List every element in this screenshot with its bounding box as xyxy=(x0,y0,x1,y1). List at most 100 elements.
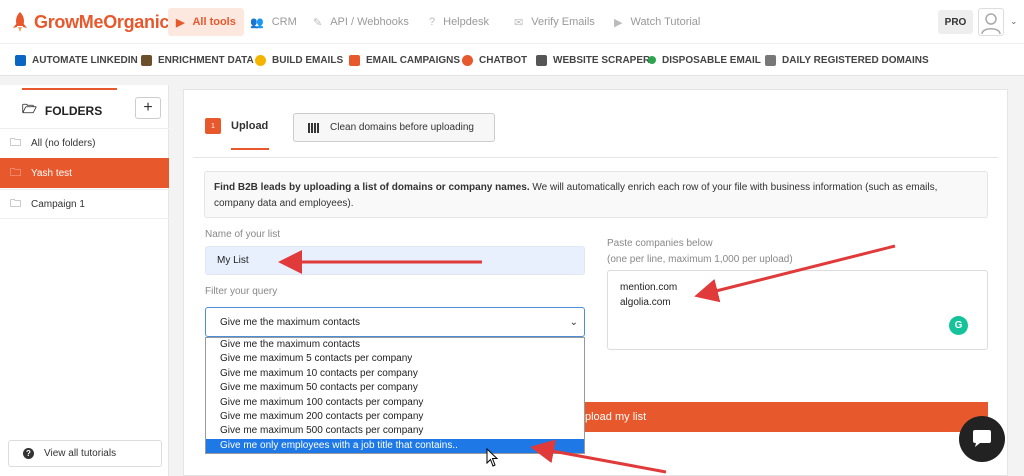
tool-label: AUTOMATE LINKEDIN xyxy=(32,54,138,66)
rocket-logo-icon xyxy=(13,12,27,32)
filter-option[interactable]: Give me maximum 200 contacts per company xyxy=(206,410,584,424)
tool-label: ENRICHMENT DATA xyxy=(158,54,254,66)
folder-label: Yash test xyxy=(31,167,72,179)
play-icon: ▶ xyxy=(614,16,623,29)
play-icon: ▶ xyxy=(176,16,185,29)
step-badge: 1 xyxy=(205,118,221,134)
filter-query-select[interactable]: Give me the maximum contacts ⌄ xyxy=(205,307,585,337)
folder-open-icon: 🗁 xyxy=(22,102,37,116)
mouse-cursor-icon xyxy=(486,447,500,471)
scraper-icon xyxy=(536,54,547,66)
grammarly-icon[interactable]: G xyxy=(949,316,968,335)
folders-title: 🗁 FOLDERS xyxy=(22,100,102,121)
tool-enrichment-data[interactable]: ENRICHMENT DATA xyxy=(141,52,254,68)
add-folder-button[interactable]: + xyxy=(135,97,161,119)
nav-label: API / Webhooks xyxy=(330,16,409,28)
folder-item-campaign-1[interactable]: 🗀 Campaign 1 xyxy=(0,189,169,219)
nav-label: CRM xyxy=(271,16,297,28)
chevron-down-icon[interactable]: ⌄ xyxy=(1010,16,1018,27)
nav-label: Helpdesk xyxy=(443,16,489,28)
nav-label: Watch Tutorial xyxy=(630,16,701,28)
paste-companies-textarea[interactable]: mention.com algolia.com xyxy=(607,270,988,350)
clean-domains-button[interactable]: Clean domains before uploading xyxy=(293,113,495,142)
tool-chatbot[interactable]: CHATBOT xyxy=(462,52,527,68)
filter-label: Filter your query xyxy=(205,286,278,297)
nav-crm[interactable]: 👥 CRM xyxy=(250,8,297,36)
filter-option[interactable]: Give me maximum 50 contacts per company xyxy=(206,381,584,395)
info-box: Find B2B leads by uploading a list of do… xyxy=(204,171,988,218)
plan-badge: PRO xyxy=(938,10,973,34)
folder-icon: 🗀 xyxy=(10,137,21,149)
tool-website-scraper[interactable]: WEBSITE SCRAPER xyxy=(536,52,650,68)
nav-all-tools[interactable]: ▶ All tools xyxy=(168,8,244,36)
nav-label: All tools xyxy=(192,16,236,28)
tab-active-indicator xyxy=(231,148,269,150)
chat-bubble-icon xyxy=(973,430,991,447)
nav-helpdesk[interactable]: ? Helpdesk xyxy=(429,8,489,36)
upload-button-label: pload my list xyxy=(585,411,647,423)
brand-name: GrowMeOrganic xyxy=(34,11,170,32)
user-avatar-icon xyxy=(981,13,1001,35)
tool-label: DAILY REGISTERED DOMAINS xyxy=(782,54,929,66)
tool-label: EMAIL CAMPAIGNS xyxy=(366,54,461,66)
question-icon: ? xyxy=(23,448,34,459)
tool-automate-linkedin[interactable]: AUTOMATE LINKEDIN xyxy=(15,52,138,68)
nav-label: Verify Emails xyxy=(531,16,595,28)
avatar[interactable] xyxy=(978,8,1004,36)
tool-email-campaigns[interactable]: EMAIL CAMPAIGNS xyxy=(349,52,460,68)
tutorials-label: View all tutorials xyxy=(44,448,117,459)
domains-icon xyxy=(765,54,776,66)
chat-launcher-button[interactable] xyxy=(959,416,1005,462)
folders-accent-line xyxy=(22,88,117,90)
folder-icon: 🗀 xyxy=(10,166,21,179)
upload-list-button[interactable]: pload my list xyxy=(585,402,988,432)
tool-label: BUILD EMAILS xyxy=(272,54,344,66)
view-all-tutorials-button[interactable]: ? View all tutorials xyxy=(8,440,162,467)
list-name-label: Name of your list xyxy=(205,229,281,240)
folder-item-yash-test[interactable]: 🗀 Yash test xyxy=(0,158,169,188)
tool-label: CHATBOT xyxy=(479,54,528,66)
nav-verify-emails[interactable]: ✉ Verify Emails xyxy=(514,8,595,36)
filter-selected-value: Give me the maximum contacts xyxy=(220,316,361,328)
paste-label-line-1: Paste companies below xyxy=(607,238,713,249)
filter-option[interactable]: Give me maximum 100 contacts per company xyxy=(206,396,584,410)
folder-item-all[interactable]: 🗀 All (no folders) xyxy=(0,128,169,158)
chevron-down-icon: ⌄ xyxy=(569,316,578,328)
tool-daily-registered-domains[interactable]: DAILY REGISTERED DOMAINS xyxy=(765,52,929,68)
nav-watch-tutorial[interactable]: ▶ Watch Tutorial xyxy=(614,8,700,36)
brand-logo[interactable]: GrowMeOrganic xyxy=(10,10,169,34)
linkedin-icon xyxy=(15,54,26,66)
email-campaigns-icon xyxy=(349,54,360,66)
filter-option-highlighted[interactable]: Give me only employees with a job title … xyxy=(206,438,584,454)
wrench-icon: ✎ xyxy=(313,16,323,29)
folder-icon: 🗀 xyxy=(10,197,21,210)
tool-build-emails[interactable]: BUILD EMAILS xyxy=(255,52,343,68)
folder-label: All (no folders) xyxy=(31,138,96,149)
filter-option[interactable]: Give me maximum 10 contacts per company xyxy=(206,367,584,381)
build-emails-icon xyxy=(255,54,266,66)
filter-dropdown-list: Give me the maximum contacts Give me max… xyxy=(205,337,585,454)
filter-option[interactable]: Give me the maximum contacts xyxy=(206,338,584,352)
info-bold-text: Find B2B leads by uploading a list of do… xyxy=(214,182,530,193)
barcode-icon xyxy=(308,122,320,133)
disposable-email-icon xyxy=(648,56,656,64)
paste-line: mention.com xyxy=(620,282,678,293)
nav-api-webhooks[interactable]: ✎ API / Webhooks xyxy=(313,8,409,36)
paste-line: algolia.com xyxy=(620,297,671,308)
tab-upload[interactable]: Upload xyxy=(231,120,268,132)
folders-title-label: FOLDERS xyxy=(44,103,103,118)
tool-label: DISPOSABLE EMAIL xyxy=(662,54,761,66)
envelope-icon: ✉ xyxy=(514,16,524,29)
filter-option[interactable]: Give me maximum 5 contacts per company xyxy=(206,352,584,366)
enrichment-icon xyxy=(141,54,152,66)
paste-label-line-2: (one per line, maximum 1,000 per upload) xyxy=(607,254,793,265)
list-name-input[interactable]: My List xyxy=(205,246,585,275)
paste-companies-label: Paste companies below (one per line, max… xyxy=(607,236,793,268)
chatbot-icon xyxy=(462,54,473,66)
tool-disposable-email[interactable]: DISPOSABLE EMAIL xyxy=(648,52,761,68)
help-icon: ? xyxy=(429,16,436,28)
folder-label: Campaign 1 xyxy=(31,198,85,210)
tabs-divider xyxy=(193,157,998,158)
filter-option[interactable]: Give me maximum 500 contacts per company xyxy=(206,424,584,438)
users-icon: 👥 xyxy=(250,16,264,29)
